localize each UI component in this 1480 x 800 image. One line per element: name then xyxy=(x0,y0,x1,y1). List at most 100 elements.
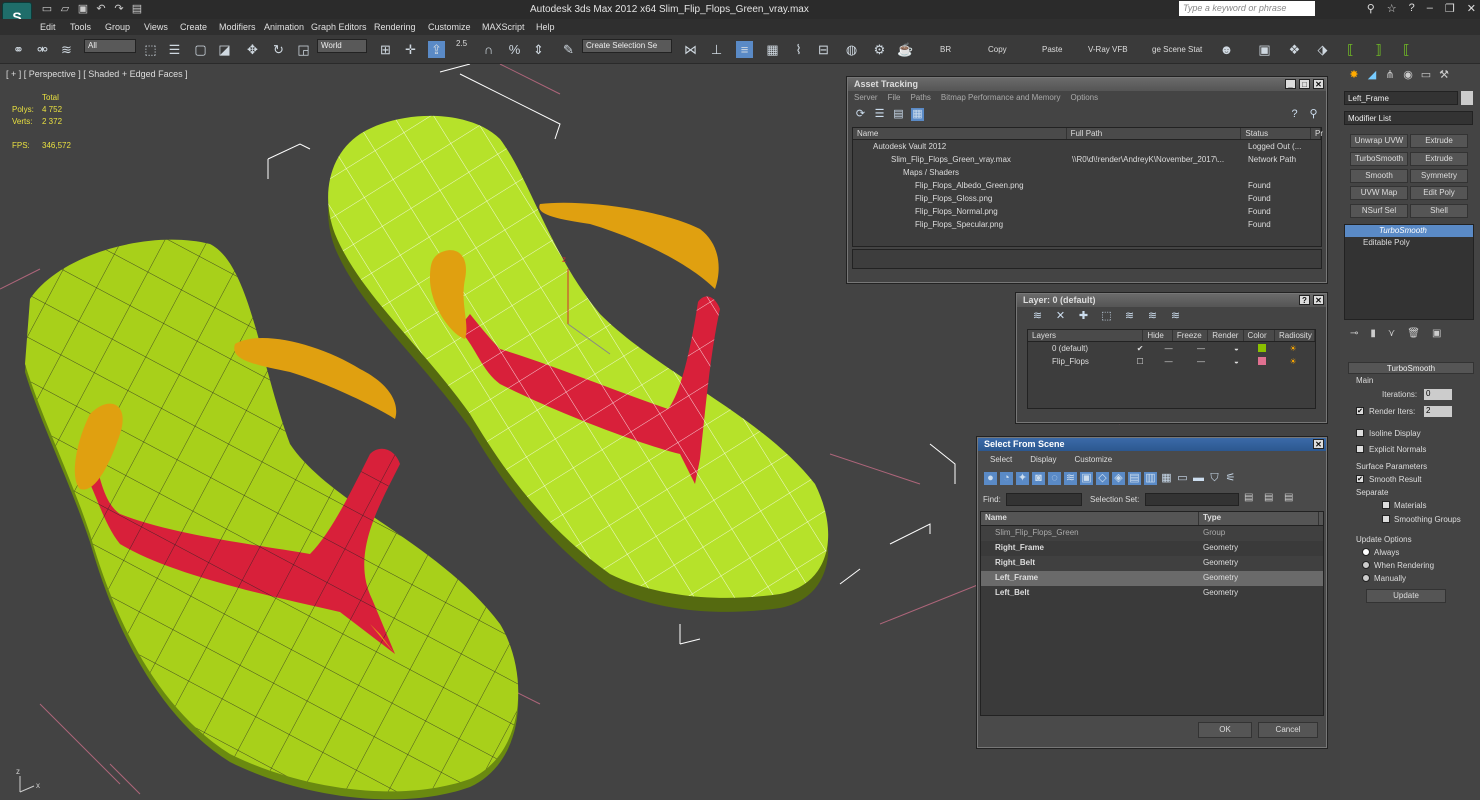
when-rendering-radio[interactable] xyxy=(1362,561,1370,569)
explicit-normals-checkbox[interactable] xyxy=(1356,445,1364,453)
layer-color-swatch[interactable] xyxy=(1258,357,1267,365)
list-item[interactable]: Right_Belt Geometry xyxy=(981,556,1323,571)
configure-sets-icon[interactable]: ▣ xyxy=(1432,328,1441,339)
nsurf-sel-button[interactable]: NSurf Sel xyxy=(1350,204,1408,218)
select-in-layer-icon[interactable]: ⬚ xyxy=(1100,310,1113,323)
list-item-selected[interactable]: Left_Frame Geometry xyxy=(981,571,1323,586)
modifier-list-dropdown[interactable]: Modifier List xyxy=(1344,111,1473,125)
pin-stack-icon[interactable]: ⊸ xyxy=(1350,328,1358,339)
freeze-toggle[interactable]: — xyxy=(1183,355,1218,368)
snap-toggle-label[interactable]: 2.5 xyxy=(456,39,467,48)
minimize-icon[interactable]: – xyxy=(1427,2,1433,15)
table-row[interactable]: Maps / Shaders xyxy=(853,166,1321,179)
xref-icon-3[interactable]: ⟦ xyxy=(1398,41,1415,58)
remove-modifier-icon[interactable]: 🗑 xyxy=(1407,328,1420,339)
move-icon[interactable]: ✥ xyxy=(244,41,261,58)
col-radiosity[interactable]: Radiosity xyxy=(1275,330,1315,341)
stack-item-editable-poly[interactable]: Editable Poly xyxy=(1345,237,1473,249)
col-pr[interactable]: Pr xyxy=(1311,128,1323,139)
menu-animation[interactable]: Animation xyxy=(264,22,304,32)
menu-display[interactable]: Display xyxy=(1030,455,1056,467)
detail-view-icon[interactable]: ▤ xyxy=(892,108,905,121)
materials-checkbox[interactable] xyxy=(1382,501,1390,509)
help-icon[interactable]: ? xyxy=(1409,2,1415,15)
xref-icon-1[interactable]: ⟦ xyxy=(1342,41,1359,58)
select-invert-icon[interactable]: ▬ xyxy=(1192,472,1205,485)
particle-icon[interactable]: ❖ xyxy=(1286,41,1303,58)
edit-named-sets-icon[interactable]: ✎ xyxy=(560,41,577,58)
restore-icon[interactable]: ❐ xyxy=(1445,2,1455,15)
menu-paths[interactable]: Paths xyxy=(910,93,930,103)
stack-item-turbosmooth[interactable]: TurboSmooth xyxy=(1345,225,1473,237)
close-icon[interactable]: ✕ xyxy=(1313,295,1324,305)
highlight-layer-icon[interactable]: ≋ xyxy=(1123,310,1136,323)
spinner-snap-icon[interactable]: ⇕ xyxy=(530,41,547,58)
list-item[interactable]: Right_Frame Geometry xyxy=(981,541,1323,556)
angle-snap-icon[interactable]: ∩ xyxy=(480,41,497,58)
select-none-icon[interactable]: ▭ xyxy=(1176,472,1189,485)
display-lights-icon[interactable]: ✦ xyxy=(1016,472,1029,485)
delete-layer-icon[interactable]: ✕ xyxy=(1054,310,1067,323)
hide-all-icon[interactable]: ≋ xyxy=(1146,310,1159,323)
display-spacewarps-icon[interactable]: ≋ xyxy=(1064,472,1077,485)
table-row[interactable]: Autodesk Vault 2012 Logged Out (... xyxy=(853,140,1321,153)
table-view-icon[interactable]: ▦ xyxy=(911,108,924,121)
freeze-toggle[interactable]: — xyxy=(1183,342,1218,355)
copy-button[interactable]: Copy xyxy=(988,45,1007,54)
snapshot-icon[interactable]: ⬗ xyxy=(1314,41,1331,58)
keyboard-shortcut-icon[interactable]: ⇪ xyxy=(428,41,445,58)
save-icon[interactable]: ▣ xyxy=(76,2,90,16)
iterations-spinner[interactable]: 0 xyxy=(1424,389,1452,400)
skull-icon[interactable]: ☻ xyxy=(1218,41,1235,58)
unlink-icon[interactable]: ⚮ xyxy=(34,41,51,58)
curve-editor-icon[interactable]: ⌇ xyxy=(790,41,807,58)
close-icon[interactable]: ✕ xyxy=(1313,439,1324,449)
col-hide[interactable]: Hide xyxy=(1143,330,1173,341)
help-icon[interactable]: ? xyxy=(1288,108,1301,121)
make-unique-icon[interactable]: ⋎ xyxy=(1388,328,1395,339)
filter-icon[interactable]: ⛉ xyxy=(1208,472,1221,485)
col-name[interactable]: Name xyxy=(981,512,1199,525)
hierarchy-tab-icon[interactable]: ⋔ xyxy=(1382,68,1398,82)
layer-current-box[interactable]: ☐ xyxy=(1126,355,1154,368)
render-teapot-icon[interactable]: ☕ xyxy=(897,41,914,58)
br-button[interactable]: BR xyxy=(940,45,951,54)
menu-bitmap-perf[interactable]: Bitmap Performance and Memory xyxy=(941,93,1061,103)
bind-spacewarp-icon[interactable]: ≋ xyxy=(58,41,75,58)
display-bones-icon[interactable]: ◈ xyxy=(1112,472,1125,485)
edit-poly-button[interactable]: Edit Poly xyxy=(1410,186,1468,200)
hide-toggle[interactable]: — xyxy=(1154,355,1183,368)
percent-snap-icon[interactable]: % xyxy=(506,41,523,58)
col-status[interactable]: Status xyxy=(1241,128,1311,139)
reference-coord-dropdown[interactable]: World xyxy=(317,39,367,53)
select-all-icon[interactable]: ▦ xyxy=(1160,472,1173,485)
viewport-config-icon[interactable]: ▣ xyxy=(1256,41,1273,58)
shell-button[interactable]: Shell xyxy=(1410,204,1468,218)
display-cameras-icon[interactable]: ◙ xyxy=(1032,472,1045,485)
star-icon[interactable]: ☆ xyxy=(1387,2,1397,15)
cancel-button[interactable]: Cancel xyxy=(1258,722,1318,738)
redo-icon[interactable]: ↷ xyxy=(112,2,126,16)
display-shapes-icon[interactable]: ◔ xyxy=(1000,472,1013,485)
col-layers[interactable]: Layers xyxy=(1028,330,1144,341)
new-layer-icon[interactable]: ≋ xyxy=(1031,310,1044,323)
xref-icon-2[interactable]: ⟧ xyxy=(1370,41,1387,58)
update-button[interactable]: Update xyxy=(1366,589,1446,603)
close-icon[interactable]: ✕ xyxy=(1313,79,1324,89)
unwrap-uvw-button[interactable]: Unwrap UVW xyxy=(1350,134,1408,148)
selection-set-dropdown[interactable] xyxy=(1145,493,1239,506)
project-folder-icon[interactable]: ▤ xyxy=(130,2,144,16)
menu-rendering[interactable]: Rendering xyxy=(374,22,416,32)
display-frozen-icon[interactable]: ▥ xyxy=(1144,472,1157,485)
col-name[interactable]: Name xyxy=(853,128,1067,139)
named-selection-dropdown[interactable]: Create Selection Se xyxy=(582,39,672,53)
display-helpers-icon[interactable]: ◌ xyxy=(1048,472,1061,485)
col-freeze[interactable]: Freeze xyxy=(1173,330,1209,341)
layer-current-check[interactable]: ✔ xyxy=(1126,342,1154,355)
col-color[interactable]: Color xyxy=(1244,330,1275,341)
window-crossing-icon[interactable]: ◪ xyxy=(216,41,233,58)
close-icon[interactable]: ✕ xyxy=(1467,2,1476,15)
list-view-icon[interactable]: ☰ xyxy=(873,108,886,121)
smoothing-groups-checkbox[interactable] xyxy=(1382,515,1390,523)
select-by-name-icon[interactable]: ☰ xyxy=(166,41,183,58)
